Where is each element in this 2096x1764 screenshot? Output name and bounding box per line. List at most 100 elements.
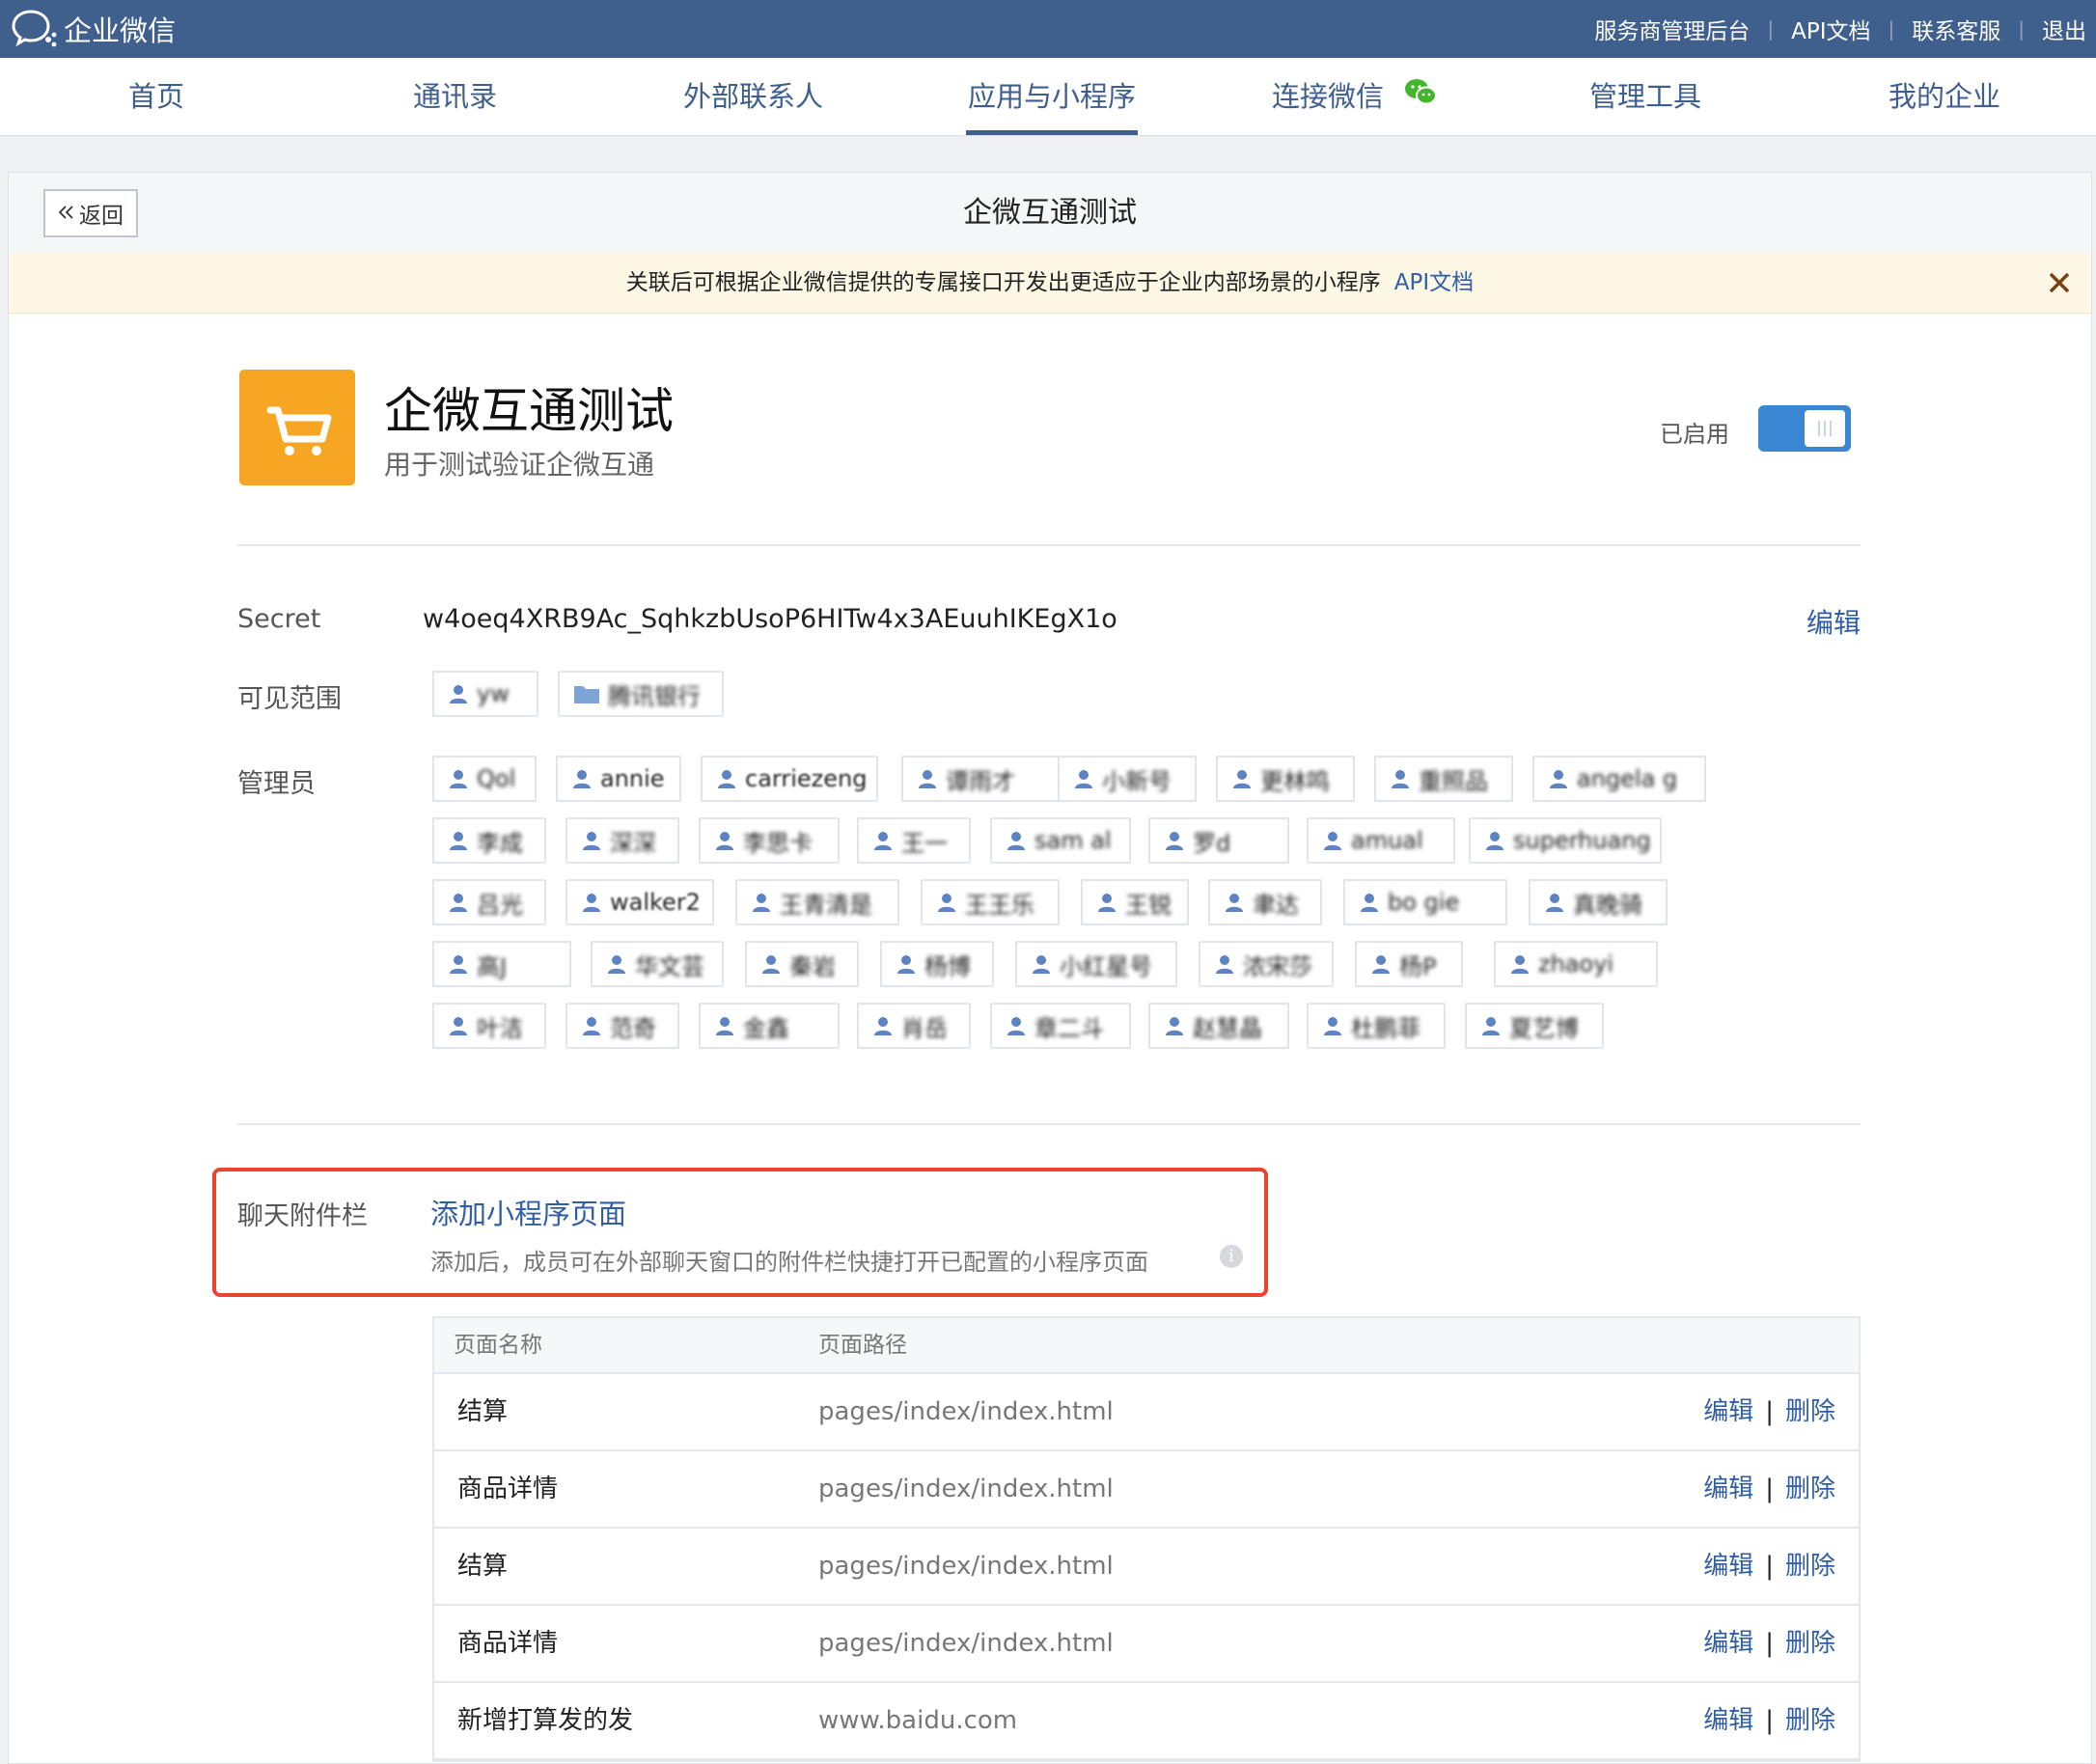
admin-tag[interactable]: 谭雨才: [901, 756, 1069, 802]
admin-tag[interactable]: 赵慧晶: [1148, 1003, 1289, 1049]
app-status-label: 已启用: [1660, 421, 1729, 448]
delete-row-link[interactable]: 删除: [1785, 1475, 1835, 1503]
admin-tag[interactable]: sam al: [990, 817, 1131, 864]
admin-tag[interactable]: 章二斗: [990, 1003, 1131, 1049]
table-row: 商品详情 pages/index/index.html 编辑 | 删除: [434, 1451, 1859, 1529]
user-icon: [1482, 1017, 1500, 1035]
admin-tag[interactable]: 更林鸣: [1216, 756, 1355, 802]
admin-tag[interactable]: 高J: [432, 941, 571, 987]
nav-contacts[interactable]: 通讯录: [413, 58, 497, 135]
nav-home[interactable]: 首页: [128, 58, 184, 135]
admin-tag[interactable]: 重照品: [1374, 756, 1513, 802]
admin-tag[interactable]: 肖岳: [857, 1003, 971, 1049]
delete-row-link[interactable]: 删除: [1785, 1397, 1835, 1426]
admin-tag[interactable]: carriezeng: [701, 756, 878, 802]
admin-tag[interactable]: 小新号: [1058, 756, 1197, 802]
admin-tag[interactable]: Qol: [432, 756, 537, 802]
edit-row-link[interactable]: 编辑: [1703, 1629, 1753, 1658]
admin-tag[interactable]: 罗d: [1148, 817, 1289, 864]
admin-tag[interactable]: amual: [1307, 817, 1455, 864]
visible-range-dept-name: 腾讯银行: [608, 682, 701, 710]
info-icon[interactable]: i: [1220, 1245, 1243, 1268]
admin-tag[interactable]: 杨博: [880, 941, 994, 987]
edit-secret-link[interactable]: 编辑: [1806, 602, 1861, 641]
delete-row-link[interactable]: 删除: [1785, 1706, 1835, 1735]
app-enabled-toggle[interactable]: [1758, 405, 1851, 452]
admin-tag[interactable]: 王一: [857, 817, 971, 864]
admin-tag[interactable]: 深深: [565, 817, 679, 864]
table-row: 商品详情 pages/index/index.html 编辑 | 删除: [434, 1606, 1859, 1683]
chat-attachment-hint: 添加后，成员可在外部聊天窗口的附件栏快捷打开已配置的小程序页面: [430, 1249, 1148, 1276]
admin-name: walker2: [610, 889, 701, 916]
close-icon[interactable]: [2043, 266, 2076, 299]
shopping-cart-icon: [239, 406, 355, 489]
add-miniprogram-page-link[interactable]: 添加小程序页面: [430, 1192, 626, 1232]
admin-tag[interactable]: superhuang: [1469, 817, 1662, 864]
app-icon: [239, 370, 355, 485]
admin-name: 王锐: [1125, 891, 1172, 919]
admin-tag[interactable]: 聿达: [1208, 879, 1322, 925]
admin-tag[interactable]: 李思卡: [699, 817, 840, 864]
main-nav: 首页 通讯录 外部联系人 应用与小程序 连接微信 管理工具 我的企业: [0, 58, 2096, 136]
admin-tag[interactable]: walker2: [565, 879, 714, 925]
admin-tag[interactable]: 王青清是: [735, 879, 899, 925]
page-name-cell: 结算: [457, 1552, 509, 1581]
user-icon: [1098, 894, 1116, 912]
edit-row-link[interactable]: 编辑: [1703, 1706, 1753, 1735]
edit-row-link[interactable]: 编辑: [1703, 1552, 1753, 1581]
edit-row-link[interactable]: 编辑: [1703, 1475, 1753, 1503]
delete-row-link[interactable]: 删除: [1785, 1552, 1835, 1581]
notice-api-docs-link[interactable]: API文档: [1394, 270, 1474, 295]
admin-tag[interactable]: 真晚骑: [1529, 879, 1668, 925]
admin-tag[interactable]: 浓宋莎: [1199, 941, 1334, 987]
row-actions: 编辑 | 删除: [1703, 1451, 1835, 1527]
nav-apps-miniprograms[interactable]: 应用与小程序: [965, 58, 1139, 135]
user-icon: [1033, 955, 1050, 974]
admin-tag[interactable]: 李成: [432, 817, 546, 864]
edit-row-link[interactable]: 编辑: [1703, 1397, 1753, 1426]
admin-tag[interactable]: bo gie: [1343, 879, 1507, 925]
admin-tag[interactable]: 金鑫: [699, 1003, 840, 1049]
admin-tag[interactable]: 华文芸: [591, 941, 724, 987]
nav-connect-wechat[interactable]: 连接微信: [1272, 58, 1438, 135]
admin-name: 华文芸: [635, 952, 704, 980]
admin-name: 深深: [610, 829, 656, 857]
admin-tag[interactable]: 王锐: [1081, 879, 1189, 925]
user-icon: [1216, 955, 1233, 974]
row-actions: 编辑 | 删除: [1703, 1374, 1835, 1449]
admin-tag[interactable]: 吕光: [432, 879, 546, 925]
admin-tag[interactable]: 小红星号: [1015, 941, 1177, 987]
visible-range-user-name: yw: [477, 680, 510, 707]
user-icon: [1392, 770, 1409, 788]
admin-name: 金鑫: [743, 1014, 789, 1042]
nav-connect-wechat-label: 连接微信: [1272, 80, 1385, 113]
admin-tag[interactable]: 秦岩: [745, 941, 859, 987]
logout-link[interactable]: 退出: [2042, 13, 2086, 45]
admin-tag[interactable]: 杨P: [1355, 941, 1463, 987]
admin-tag[interactable]: 夏艺博: [1465, 1003, 1604, 1049]
admin-tag[interactable]: 范奇: [565, 1003, 679, 1049]
contact-support-link[interactable]: 联系客服: [1912, 13, 2000, 45]
nav-external-contacts[interactable]: 外部联系人: [683, 58, 823, 135]
visible-range-user-tag[interactable]: yw: [432, 671, 538, 717]
admin-name: 李成: [477, 829, 523, 857]
user-icon: [450, 1017, 467, 1035]
provider-admin-link[interactable]: 服务商管理后台: [1594, 13, 1750, 45]
admin-name: sam al: [1034, 827, 1112, 854]
separator: |: [1765, 1629, 1774, 1658]
delete-row-link[interactable]: 删除: [1785, 1629, 1835, 1658]
api-docs-link[interactable]: API文档: [1791, 13, 1870, 45]
admin-tag[interactable]: 叶洁: [432, 1003, 546, 1049]
visible-range-dept-tag[interactable]: 腾讯银行: [558, 671, 724, 717]
admin-tag[interactable]: 杜鹏菲: [1307, 1003, 1446, 1049]
admin-name: 王一: [901, 829, 948, 857]
nav-my-company[interactable]: 我的企业: [1889, 58, 2000, 135]
admin-tag[interactable]: angela g: [1532, 756, 1706, 802]
admin-tag[interactable]: annie: [556, 756, 681, 802]
app-name: 企微互通测试: [384, 383, 674, 439]
wecom-logo-icon: [10, 6, 60, 52]
admin-tag[interactable]: 王王乐: [921, 879, 1060, 925]
nav-management-tools[interactable]: 管理工具: [1589, 58, 1701, 135]
brand-logo[interactable]: 企业微信: [10, 8, 176, 50]
admin-tag[interactable]: zhaoyi: [1494, 941, 1658, 987]
